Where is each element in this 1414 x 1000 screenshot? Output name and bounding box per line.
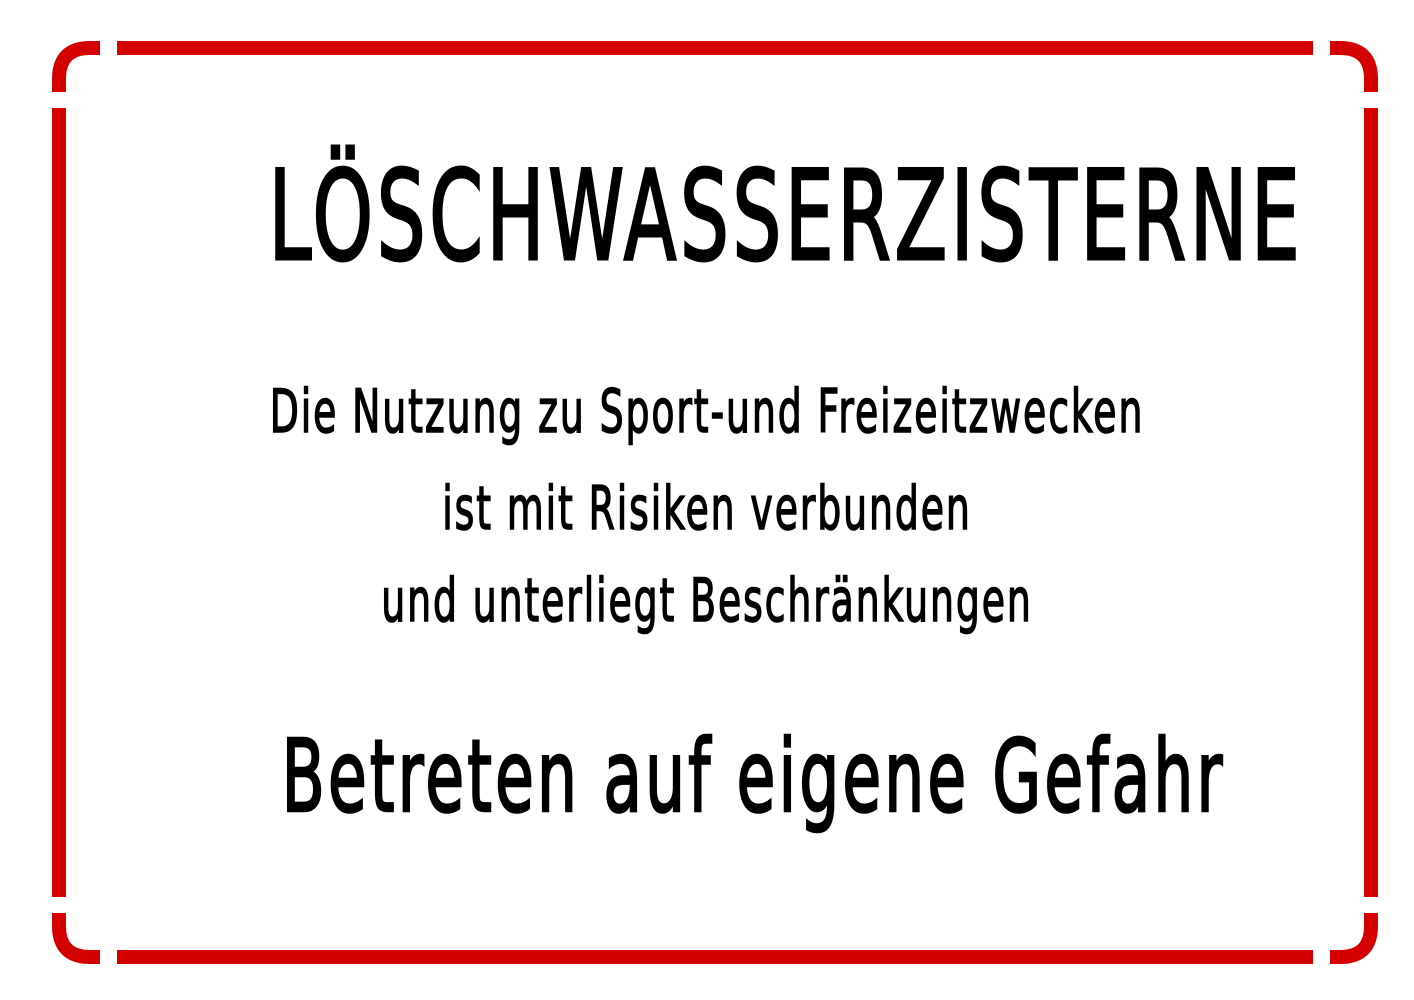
sign: LÖSCHWASSERZISTERNE Die Nutzung zu Sport… [0, 0, 1414, 1000]
warning-text: Betreten auf eigene Gefahr [281, 717, 1226, 837]
body-line-3: und unterliegt Beschränkungen [381, 565, 1033, 637]
corner-top-right [1330, 41, 1378, 92]
body-line-1: Die Nutzung zu Sport-und Freizeitzwecken [269, 376, 1145, 448]
sign-title: LÖSCHWASSERZISTERNE [268, 144, 1304, 291]
corner-top-left [52, 41, 100, 92]
body-line-2: ist mit Risiken verbunden [442, 473, 972, 545]
corner-bottom-right [1330, 913, 1378, 964]
corner-bottom-left [52, 913, 100, 964]
